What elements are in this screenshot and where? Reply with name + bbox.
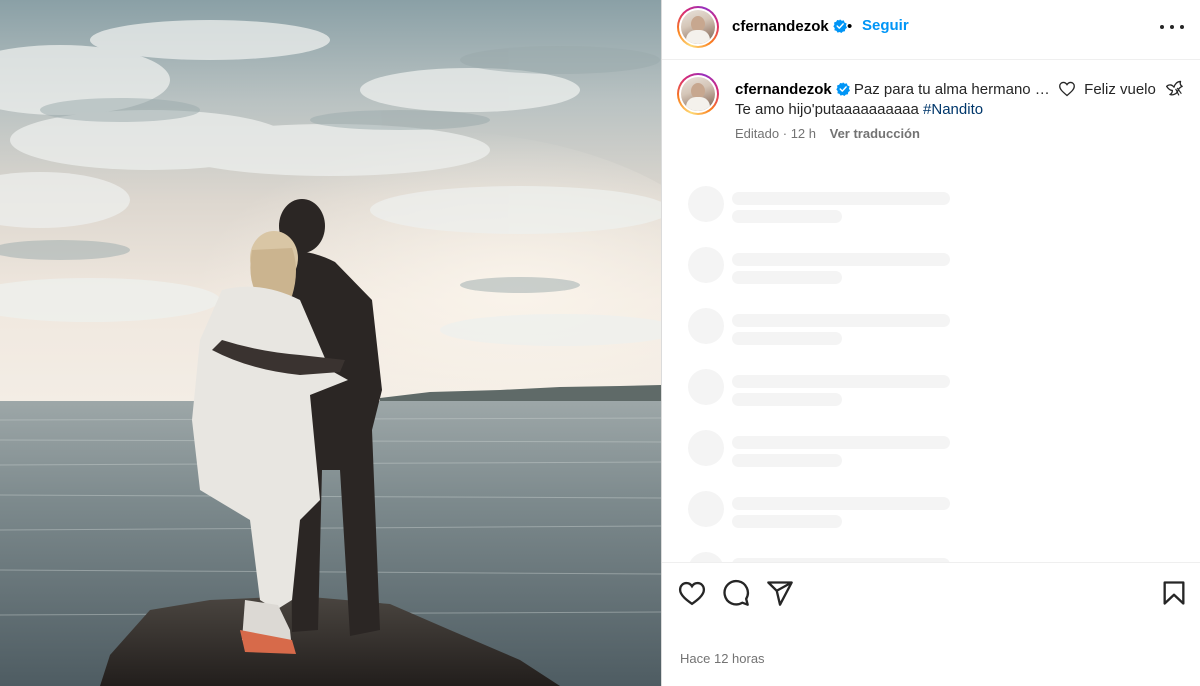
dove-emoji-icon [1166,80,1183,96]
paper-plane-icon[interactable] [766,579,794,607]
comments-loading-list [662,170,1200,562]
verified-badge-icon [836,82,850,96]
post-header: cfernandezok • Seguir [662,0,1200,60]
follow-button[interactable]: Seguir [862,17,909,34]
see-translation-button[interactable]: Ver traducción [830,126,920,141]
white-heart-emoji-icon [1059,81,1075,97]
verified-badge-icon [833,19,847,33]
caption-text: cfernandezok Paz para tu alma hermano … … [735,79,1185,120]
caption-username[interactable]: cfernandezok [735,81,832,98]
author-username-link[interactable]: cfernandezok [732,18,847,35]
caption-text-part1: Paz para tu alma hermano … [853,81,1050,98]
post-timestamp[interactable]: Hace 12 horas [680,651,765,666]
post-actions: Hace 12 horas [662,562,1200,686]
caption-timestamp[interactable]: 12 h [791,126,816,141]
hashtag-link[interactable]: #Nandito [923,101,983,118]
couple-by-the-sea-image [0,0,661,686]
edited-label: Editado [735,126,780,141]
post-details-panel: cfernandezok • Seguir cfernandezok Paz p… [661,0,1200,686]
bookmark-icon[interactable] [1160,579,1188,607]
header-separator: • [847,18,853,35]
more-options-icon[interactable] [1160,17,1184,37]
meta-separator: · [782,126,788,141]
caption-text-line2: Te amo hijo'putaaaaaaaaaa [735,101,919,118]
post-photo[interactable] [0,0,661,686]
post-caption: cfernandezok Paz para tu alma hermano … … [662,60,1200,160]
caption-text-part2: Feliz vuelo [1084,81,1156,98]
caption-meta: Editado · 12 h Ver traducción [735,126,920,141]
heart-icon[interactable] [678,579,706,607]
author-avatar[interactable] [677,6,719,48]
author-username[interactable]: cfernandezok [732,18,829,35]
caption-author-avatar[interactable] [677,73,719,115]
comment-bubble-icon[interactable] [722,579,750,607]
